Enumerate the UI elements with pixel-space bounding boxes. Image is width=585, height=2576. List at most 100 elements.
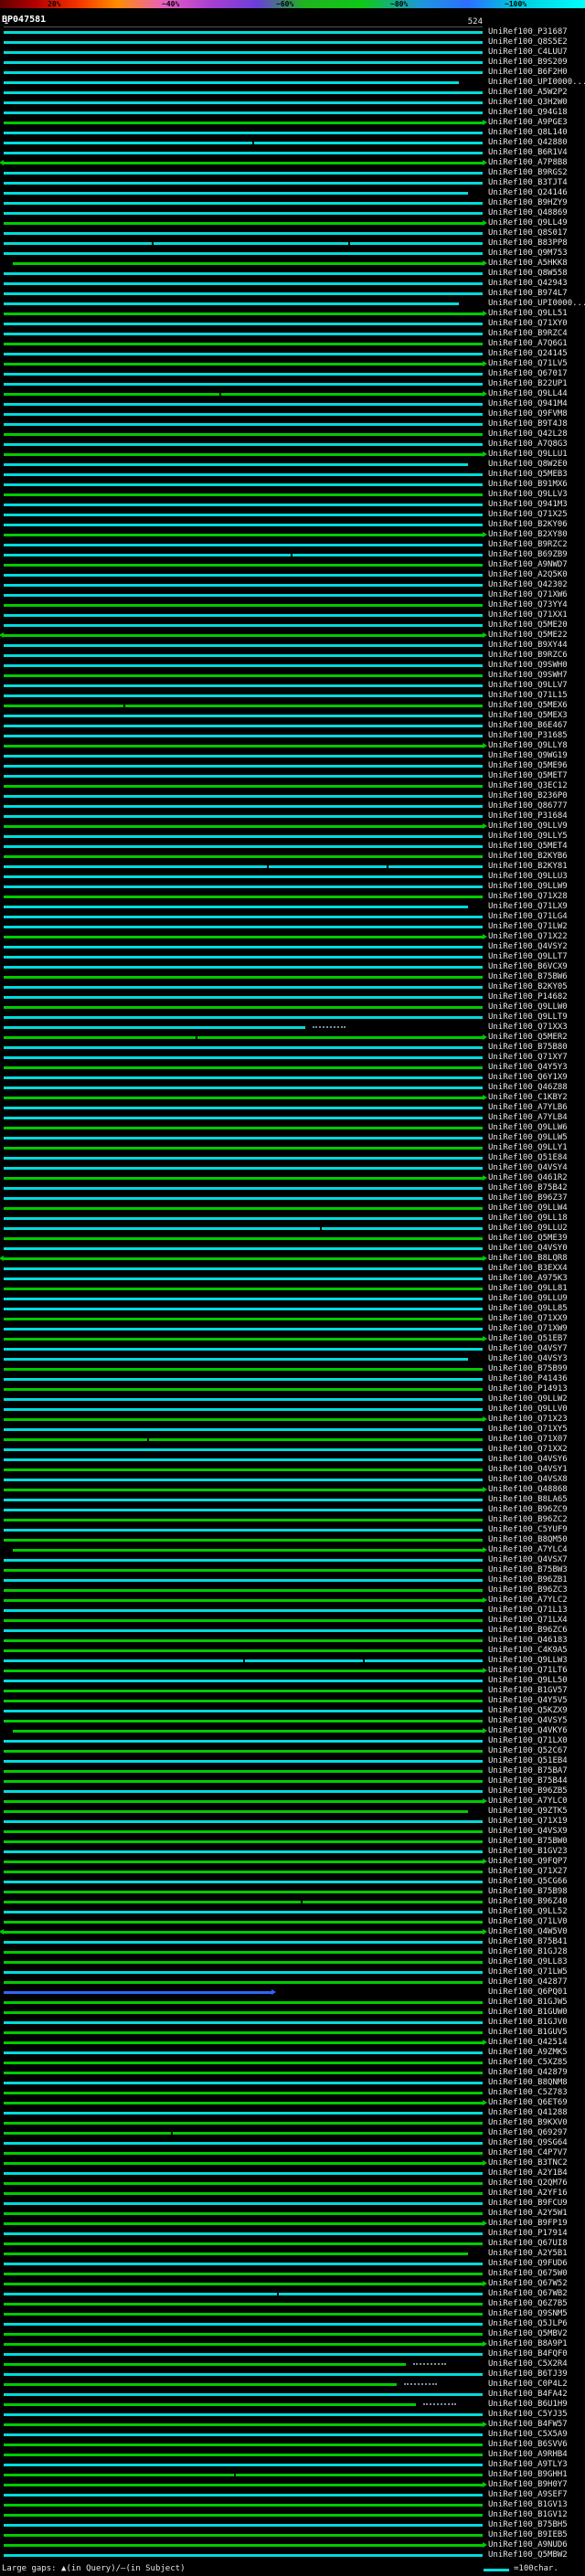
hit-label[interactable]: UniRef100_Q4VKY6 (488, 1727, 568, 1735)
hit-bar[interactable] (4, 2192, 483, 2195)
hit-label[interactable]: UniRef100_B8LA65 (488, 1496, 568, 1504)
hit-label[interactable]: UniRef100_B9RZC2 (488, 541, 568, 549)
hit-label[interactable]: UniRef100_Q9LLT7 (488, 953, 568, 961)
hit-label[interactable]: UniRef100_Q5MER2 (488, 1034, 568, 1042)
hit-label[interactable]: UniRef100_B9GHH1 (488, 2471, 568, 2479)
hit-label[interactable]: UniRef100_Q71XW9 (488, 1325, 568, 1333)
hit-bar[interactable] (4, 1780, 483, 1783)
hit-label[interactable]: UniRef100_Q48869 (488, 209, 568, 217)
hit-label[interactable]: UniRef100_Q52C67 (488, 1747, 568, 1755)
hit-bar[interactable] (4, 383, 483, 386)
hit-label[interactable]: UniRef100_Q42L28 (488, 430, 568, 439)
hit-bar[interactable] (4, 2132, 483, 2135)
hit-label[interactable]: UniRef100_B75BW6 (488, 973, 568, 981)
hit-bar[interactable] (4, 815, 483, 818)
hit-label[interactable]: UniRef100_Q9SG64 (488, 2139, 568, 2147)
hit-bar[interactable] (4, 765, 483, 768)
hit-label[interactable]: UniRef100_Q9LLW6 (488, 1124, 568, 1132)
hit-bar[interactable] (4, 1368, 483, 1371)
hit-bar[interactable] (4, 2273, 483, 2275)
hit-bar[interactable] (4, 594, 483, 597)
hit-bar[interactable] (4, 2102, 483, 2104)
hit-label[interactable]: UniRef100_B2KYB6 (488, 853, 568, 861)
hit-bar[interactable] (4, 202, 483, 205)
hit-bar[interactable] (4, 2403, 416, 2406)
hit-label[interactable]: UniRef100_A7YLB4 (488, 1114, 568, 1122)
hit-bar[interactable] (4, 614, 483, 617)
hit-label[interactable]: UniRef100_Q41288 (488, 2109, 568, 2117)
hit-bar[interactable] (4, 1288, 483, 1290)
hit-bar[interactable] (4, 1197, 483, 1200)
hit-bar[interactable] (4, 192, 469, 195)
hit-bar[interactable] (4, 2021, 483, 2024)
hit-label[interactable]: UniRef100_Q51EB7 (488, 1335, 568, 1343)
hit-label[interactable]: UniRef100_B4FW57 (488, 2421, 568, 2429)
hit-bar[interactable] (4, 1187, 483, 1190)
hit-bar[interactable] (4, 855, 483, 858)
hit-bar[interactable] (4, 373, 483, 376)
hit-label[interactable]: UniRef100_A9RHB4 (488, 2451, 568, 2459)
hit-label[interactable]: UniRef100_Q71LG4 (488, 913, 568, 921)
hit-bar[interactable] (4, 1448, 483, 1451)
hit-bar[interactable] (13, 1730, 483, 1733)
hit-bar[interactable] (4, 1277, 483, 1280)
hit-bar[interactable] (4, 343, 483, 345)
hit-label[interactable]: UniRef100_Q9FQP7 (488, 1858, 568, 1866)
hit-label[interactable]: UniRef100_Q9LL83 (488, 1958, 568, 1966)
hit-label[interactable]: UniRef100_Q42302 (488, 581, 568, 589)
hit-bar[interactable] (4, 172, 483, 175)
hit-label[interactable]: UniRef100_B22UP1 (488, 380, 568, 388)
hit-label[interactable]: UniRef100_Q71X28 (488, 893, 568, 901)
hit-label[interactable]: UniRef100_Q71XX1 (488, 611, 568, 620)
hit-label[interactable]: UniRef100_A975K3 (488, 1275, 568, 1283)
hit-label[interactable]: UniRef100_Q5MBW2 (488, 2551, 568, 2560)
hit-bar[interactable] (4, 232, 483, 235)
hit-label[interactable]: UniRef100_Q9LLW4 (488, 1204, 568, 1213)
hit-label[interactable]: UniRef100_B8QNM8 (488, 2079, 568, 2087)
hit-label[interactable]: UniRef100_B1GV13 (488, 2501, 568, 2509)
hit-label[interactable]: UniRef100_A7Q8G3 (488, 440, 568, 449)
hit-bar[interactable] (4, 1358, 469, 1361)
hit-bar[interactable] (4, 514, 483, 516)
hit-label[interactable]: UniRef100_B2KY05 (488, 983, 568, 991)
hit-label[interactable]: UniRef100_Q5ME39 (488, 1235, 568, 1243)
hit-label[interactable]: UniRef100_Q5ME20 (488, 621, 568, 630)
hit-bar[interactable] (4, 2041, 483, 2044)
hit-label[interactable]: UniRef100_C5YUF9 (488, 1526, 568, 1534)
hit-bar[interactable] (4, 443, 483, 446)
hit-label[interactable]: UniRef100_Q71LX9 (488, 903, 568, 911)
hit-bar[interactable] (4, 896, 483, 898)
hit-bar[interactable] (4, 453, 483, 456)
hit-bar[interactable] (4, 1720, 483, 1723)
hit-bar[interactable] (4, 735, 483, 737)
hit-bar[interactable] (4, 1076, 483, 1079)
hit-label[interactable]: UniRef100_B6U1H9 (488, 2401, 568, 2409)
hit-label[interactable]: UniRef100_Q42943 (488, 280, 568, 288)
hit-label[interactable]: UniRef100_Q5KZX9 (488, 1707, 568, 1715)
hit-label[interactable]: UniRef100_Q6ET69 (488, 2099, 568, 2107)
hit-bar[interactable] (4, 584, 483, 587)
hit-bar[interactable] (13, 262, 483, 265)
hit-bar[interactable] (4, 473, 483, 476)
hit-bar[interactable] (4, 252, 483, 255)
hit-bar[interactable] (4, 1891, 483, 1893)
hit-bar[interactable] (4, 1710, 483, 1712)
hit-bar[interactable] (4, 2031, 483, 2034)
hit-bar[interactable] (4, 1137, 483, 1140)
hit-bar[interactable] (4, 976, 483, 979)
hit-bar[interactable] (4, 272, 483, 275)
hit-bar[interactable] (4, 1408, 483, 1411)
hit-bar[interactable] (4, 1860, 483, 1863)
hit-label[interactable]: UniRef100_B91MX6 (488, 481, 568, 489)
hit-label[interactable]: UniRef100_A9NWD7 (488, 561, 568, 569)
hit-label[interactable]: UniRef100_Q67W52 (488, 2280, 568, 2288)
hit-label[interactable]: UniRef100_Q67017 (488, 370, 568, 378)
hit-label[interactable]: UniRef100_Q9LLV7 (488, 682, 568, 690)
hit-label[interactable]: UniRef100_A9TLY3 (488, 2461, 568, 2469)
hit-bar[interactable] (4, 1619, 483, 1622)
hit-bar[interactable] (4, 775, 483, 778)
hit-label[interactable]: UniRef100_B1GJV0 (488, 2019, 568, 2027)
hit-label[interactable]: UniRef100_A7YLB6 (488, 1104, 568, 1112)
hit-bar[interactable] (4, 2433, 483, 2436)
hit-label[interactable]: UniRef100_Q6Z7B5 (488, 2300, 568, 2308)
